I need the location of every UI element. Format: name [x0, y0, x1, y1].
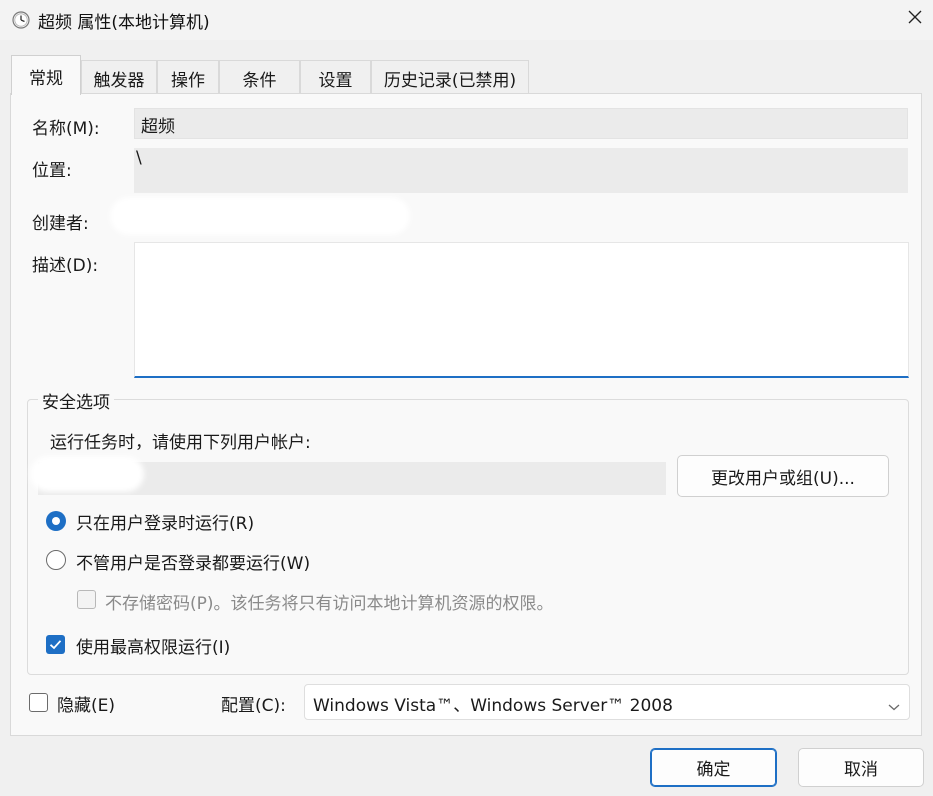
configure-dropdown[interactable]: Windows Vista™、Windows Server™ 2008 [304, 684, 910, 720]
tab-settings[interactable]: 设置 [300, 60, 371, 94]
description-label: 描述(D): [32, 256, 99, 276]
dont-store-password-label: 不存储密码(P)。该任务将只有访问本地计算机资源的权限。 [105, 594, 554, 614]
author-label: 创建者: [32, 214, 89, 234]
close-button[interactable] [899, 4, 931, 34]
checkmark-icon [48, 637, 63, 657]
window-title: 超频 属性(本地计算机) [38, 13, 210, 33]
security-options-legend: 安全选项 [38, 388, 114, 413]
hidden-checkbox[interactable] [29, 693, 48, 712]
run-always-label[interactable]: 不管用户是否登录都要运行(W) [76, 549, 310, 574]
run-always-radio[interactable] [46, 550, 66, 570]
run-logged-on-label[interactable]: 只在用户登录时运行(R) [76, 509, 254, 534]
close-icon[interactable] [907, 9, 923, 30]
hidden-label[interactable]: 隐藏(E) [57, 691, 115, 716]
chevron-down-icon [887, 697, 901, 711]
location-field: \ [134, 148, 908, 193]
configure-label: 配置(C): [221, 696, 286, 716]
tab-general[interactable]: 常规 [11, 55, 81, 95]
tab-conditions[interactable]: 条件 [219, 60, 300, 94]
highest-privileges-label[interactable]: 使用最高权限运行(I) [76, 633, 230, 658]
clock-icon [12, 11, 30, 29]
author-redacted [110, 197, 410, 235]
run-logged-on-radio[interactable] [46, 511, 66, 531]
tab-triggers[interactable]: 触发器 [81, 60, 157, 94]
tab-actions[interactable]: 操作 [157, 60, 219, 94]
run-as-text: 运行任务时，请使用下列用户帐户: [50, 433, 311, 453]
user-account-redacted [30, 456, 144, 492]
tab-history[interactable]: 历史记录(已禁用) [371, 60, 529, 94]
highest-privileges-checkbox[interactable] [46, 635, 65, 654]
name-field[interactable]: 超频 [134, 108, 908, 139]
name-label: 名称(M): [32, 119, 100, 139]
description-field[interactable] [134, 242, 909, 378]
cancel-button[interactable]: 取消 [798, 748, 924, 787]
configure-value: Windows Vista™、Windows Server™ 2008 [313, 696, 673, 716]
dont-store-password-checkbox[interactable] [77, 590, 96, 609]
ok-button[interactable]: 确定 [650, 748, 777, 787]
location-label: 位置: [32, 161, 72, 181]
change-user-button[interactable]: 更改用户或组(U)... [677, 455, 889, 497]
